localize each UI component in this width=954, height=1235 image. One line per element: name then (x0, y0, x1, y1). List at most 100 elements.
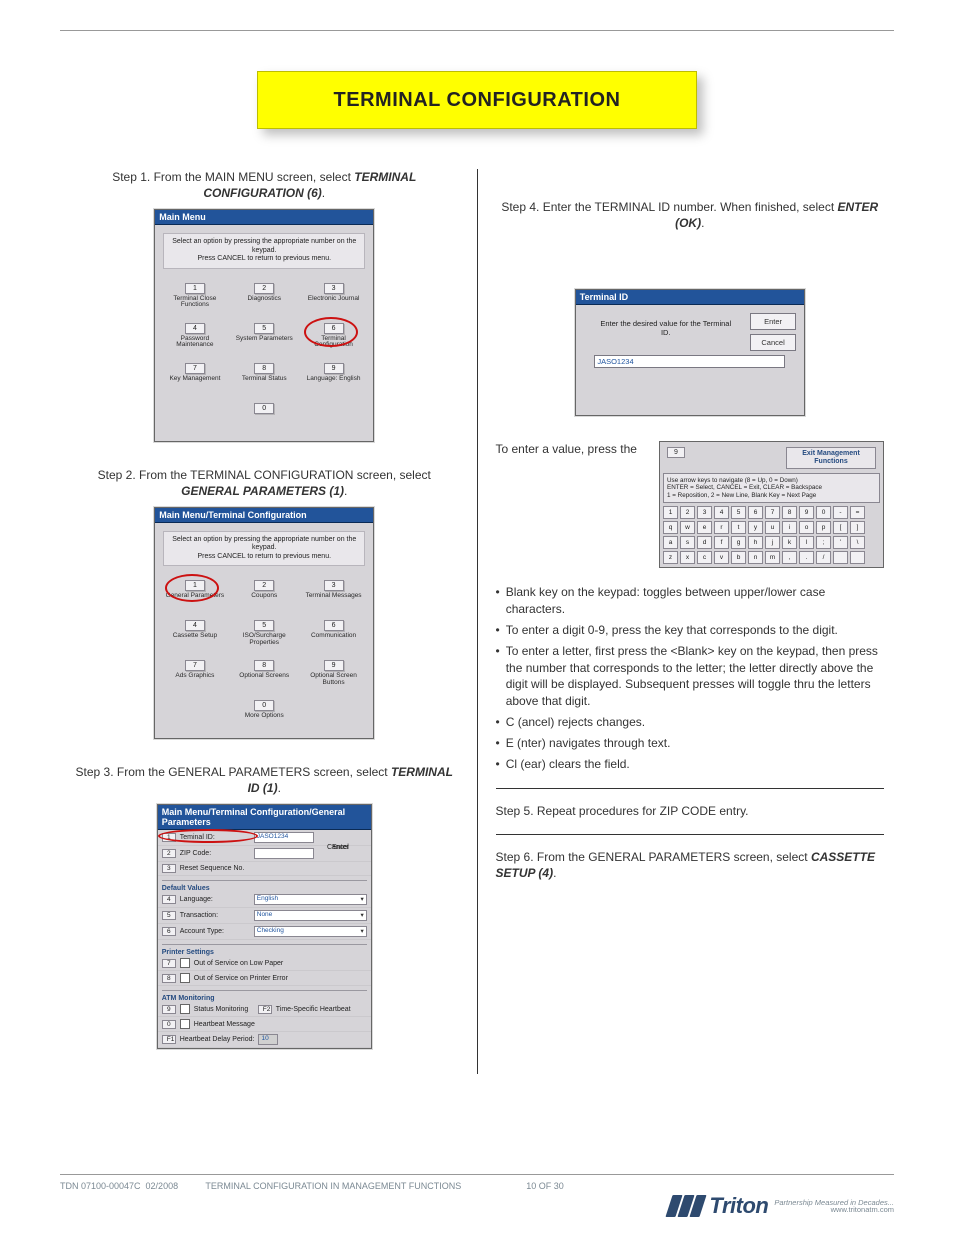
kb-key[interactable]: p (816, 521, 831, 534)
kb-key[interactable]: u (765, 521, 780, 534)
kb-key[interactable]: w (680, 521, 695, 534)
gp-hbd-field[interactable]: 10 (258, 1034, 278, 1045)
gp-key-f1[interactable]: F1 (162, 1035, 176, 1044)
gp-key-6[interactable]: 6 (162, 927, 176, 936)
mm-key-6[interactable]: 6 (324, 323, 344, 334)
gp-key-1[interactable]: 1 (162, 833, 176, 842)
gp-key-2[interactable]: 2 (162, 849, 176, 858)
gp-lowpaper-checkbox[interactable] (180, 958, 190, 968)
kb-key[interactable]: n (748, 551, 763, 564)
mm-key-8[interactable]: 8 (254, 363, 274, 374)
kb-key[interactable]: m (765, 551, 780, 564)
kb-key[interactable]: . (799, 551, 814, 564)
tc-key-8[interactable]: 8 (254, 660, 274, 671)
kb-key[interactable]: i (782, 521, 797, 534)
tid-enter-button[interactable]: Enter (750, 313, 795, 330)
tid-input-field[interactable]: JASO1234 (594, 355, 785, 368)
gp-key-9[interactable]: 9 (162, 1005, 176, 1014)
gp-key-f2[interactable]: F2 (258, 1005, 272, 1014)
kb-key[interactable]: e (697, 521, 712, 534)
bullet-1: To enter a digit 0-9, press the key that… (506, 622, 838, 639)
kb-key[interactable]: j (765, 536, 780, 549)
gp-terminal-id-field[interactable]: JASO1234 (254, 832, 314, 843)
tid-cancel-button[interactable]: Cancel (750, 334, 795, 351)
gp-key-4[interactable]: 4 (162, 895, 176, 904)
tc-key-4[interactable]: 4 (185, 620, 205, 631)
mm-key-0[interactable]: 0 (254, 403, 274, 414)
gp-key-8[interactable]: 8 (162, 974, 176, 983)
kb-exit-button[interactable]: Exit Management Functions (786, 447, 876, 468)
kb-key[interactable]: o (799, 521, 814, 534)
kb-key[interactable]: s (680, 536, 695, 549)
tc-key-9[interactable]: 9 (324, 660, 344, 671)
gp-key-5[interactable]: 5 (162, 911, 176, 920)
gp-key-3[interactable]: 3 (162, 864, 176, 873)
kb-key[interactable]: a (663, 536, 678, 549)
kb-key[interactable]: d (697, 536, 712, 549)
tc-key-1[interactable]: 1 (185, 580, 205, 591)
kb-key[interactable]: l (799, 536, 814, 549)
tc-key-2[interactable]: 2 (254, 580, 274, 591)
kb-key[interactable]: ' (833, 536, 848, 549)
kb-key-9[interactable]: 9 (667, 447, 685, 458)
kb-key[interactable]: - (833, 506, 848, 519)
onscreen-keyboard-screenshot: 9 Exit Management Functions Use arrow ke… (659, 441, 884, 568)
mm-key-7[interactable]: 7 (185, 363, 205, 374)
mm-key-2[interactable]: 2 (254, 283, 274, 294)
mm-key-3[interactable]: 3 (324, 283, 344, 294)
kb-key[interactable]: \ (850, 536, 865, 549)
kb-key[interactable]: b (731, 551, 746, 564)
kb-key[interactable]: 6 (748, 506, 763, 519)
mm-key-1[interactable]: 1 (185, 283, 205, 294)
kb-key[interactable]: t (731, 521, 746, 534)
kb-key[interactable]: z (663, 551, 678, 564)
mm-key-9[interactable]: 9 (324, 363, 344, 374)
tc-key-7[interactable]: 7 (185, 660, 205, 671)
kb-key[interactable]: f (714, 536, 729, 549)
kb-key[interactable]: q (663, 521, 678, 534)
kb-key[interactable]: 5 (731, 506, 746, 519)
mm-key-5[interactable]: 5 (254, 323, 274, 334)
kb-key[interactable]: 7 (765, 506, 780, 519)
kb-key[interactable]: 9 (799, 506, 814, 519)
kb-key[interactable]: , (782, 551, 797, 564)
gp-account-type-select[interactable]: Checking (254, 926, 367, 937)
gp-transaction-select[interactable]: None (254, 910, 367, 921)
gp-zip-field[interactable] (254, 848, 314, 859)
kb-key[interactable]: ; (816, 536, 831, 549)
kb-key[interactable]: k (782, 536, 797, 549)
kb-key[interactable] (833, 551, 848, 564)
main-menu-instructions: Select an option by pressing the appropr… (163, 233, 365, 268)
kb-key[interactable]: 0 (816, 506, 831, 519)
kb-key[interactable]: / (816, 551, 831, 564)
kb-key[interactable]: 1 (663, 506, 678, 519)
kb-key[interactable]: c (697, 551, 712, 564)
mm-key-4[interactable]: 4 (185, 323, 205, 334)
gp-status-checkbox[interactable] (180, 1004, 190, 1014)
gp-account-type-label: Account Type: (180, 928, 250, 935)
kb-key[interactable]: x (680, 551, 695, 564)
gp-language-select[interactable]: English (254, 894, 367, 905)
kb-key[interactable]: 2 (680, 506, 695, 519)
kb-key[interactable]: 8 (782, 506, 797, 519)
tc-key-5[interactable]: 5 (254, 620, 274, 631)
kb-key[interactable] (850, 551, 865, 564)
kb-key[interactable]: g (731, 536, 746, 549)
kb-key[interactable]: 3 (697, 506, 712, 519)
gp-key-0b[interactable]: 0 (162, 1020, 176, 1029)
kb-key[interactable]: 4 (714, 506, 729, 519)
kb-key[interactable]: r (714, 521, 729, 534)
tc-key-0[interactable]: 0 (254, 700, 274, 711)
kb-key[interactable]: h (748, 536, 763, 549)
kb-key[interactable]: [ (833, 521, 848, 534)
tc-key-6[interactable]: 6 (324, 620, 344, 631)
kb-key[interactable]: ] (850, 521, 865, 534)
gp-heartbeat-checkbox[interactable] (180, 1019, 190, 1029)
tc-key-3[interactable]: 3 (324, 580, 344, 591)
gp-printererror-checkbox[interactable] (180, 973, 190, 983)
kb-key[interactable]: y (748, 521, 763, 534)
kb-key[interactable]: = (850, 506, 865, 519)
gp-key-7[interactable]: 7 (162, 959, 176, 968)
kb-key[interactable]: v (714, 551, 729, 564)
kb-hints: Use arrow keys to navigate (8 = Up, 0 = … (663, 473, 880, 504)
